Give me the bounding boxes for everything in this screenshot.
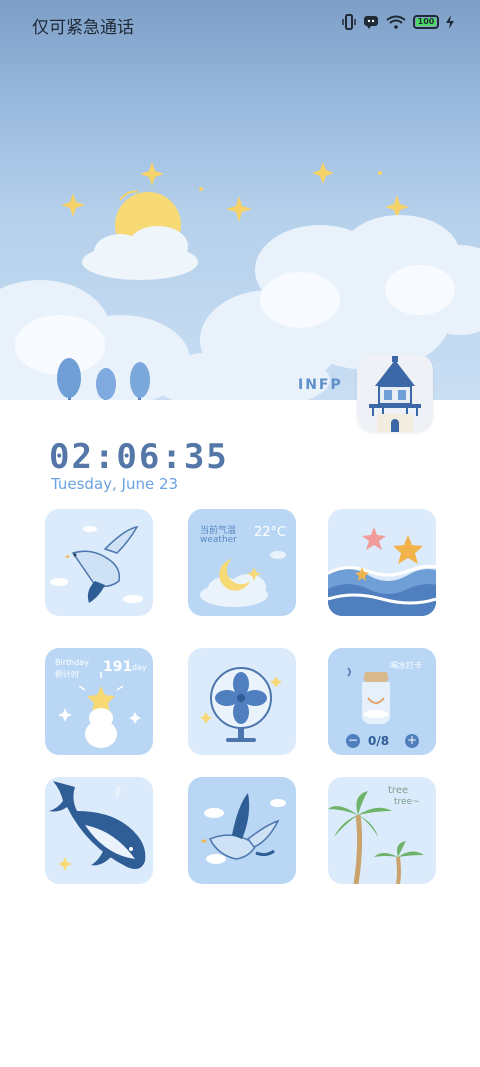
cloud-icon — [82, 226, 198, 280]
birthday-days: 191 — [103, 659, 133, 675]
status-icons: 100 — [342, 14, 454, 30]
whale-widget[interactable] — [45, 777, 153, 884]
birthday-subtitle: 倒计时 — [55, 670, 79, 679]
seagull-icon — [200, 793, 286, 864]
personality-tag: INFP — [298, 377, 343, 393]
header-wallpaper — [0, 0, 480, 400]
seagull-icon — [50, 525, 143, 603]
weather-temperature: 22°C — [254, 525, 287, 540]
weather-widget[interactable]: 当前气温 weather 22°C — [188, 509, 296, 616]
water-counter: 0/8 — [368, 734, 390, 748]
tree-widget[interactable]: tree tree~ — [328, 777, 436, 884]
wifi-icon — [386, 15, 406, 29]
charging-icon — [446, 15, 454, 29]
tree-text-line1: tree — [388, 785, 409, 796]
vibrate-icon — [342, 14, 356, 30]
birthday-title: Birthday — [55, 658, 89, 667]
birthday-unit: day — [132, 663, 147, 672]
fan-icon — [200, 667, 282, 742]
status-bar: 仅可紧急通话 100 — [0, 0, 480, 48]
sky-illustration — [0, 162, 480, 400]
seagull-widget[interactable] — [45, 509, 153, 616]
fan-widget[interactable] — [188, 648, 296, 755]
palm-tree-icon — [328, 791, 424, 884]
water-decrement-button[interactable]: − — [346, 734, 360, 748]
water-title: 喝水打卡 — [390, 661, 422, 670]
clock-date: Tuesday, June 23 — [51, 475, 179, 493]
starfish-waves-icon — [328, 527, 436, 616]
stars-icon — [61, 162, 409, 222]
tree-text-line2: tree~ — [394, 797, 420, 807]
battery-icon: 100 — [413, 15, 439, 29]
battery-level: 100 — [417, 17, 435, 26]
carrier-label: 仅可紧急通话 — [32, 18, 134, 38]
water-increment-button[interactable]: + — [405, 734, 419, 748]
weather-subtitle: weather — [200, 535, 237, 545]
birthday-widget[interactable]: Birthday 倒计时 191 day — [45, 648, 153, 755]
lighthouse-app-icon[interactable] — [357, 354, 433, 432]
whale-icon — [49, 781, 146, 871]
water-widget[interactable]: 喝水打卡 − 0/8 + — [328, 648, 436, 755]
notification-icon — [364, 16, 378, 29]
beach-widget[interactable] — [328, 509, 436, 616]
clock-time: 02:06:35 — [49, 437, 229, 477]
bird-widget[interactable] — [188, 777, 296, 884]
